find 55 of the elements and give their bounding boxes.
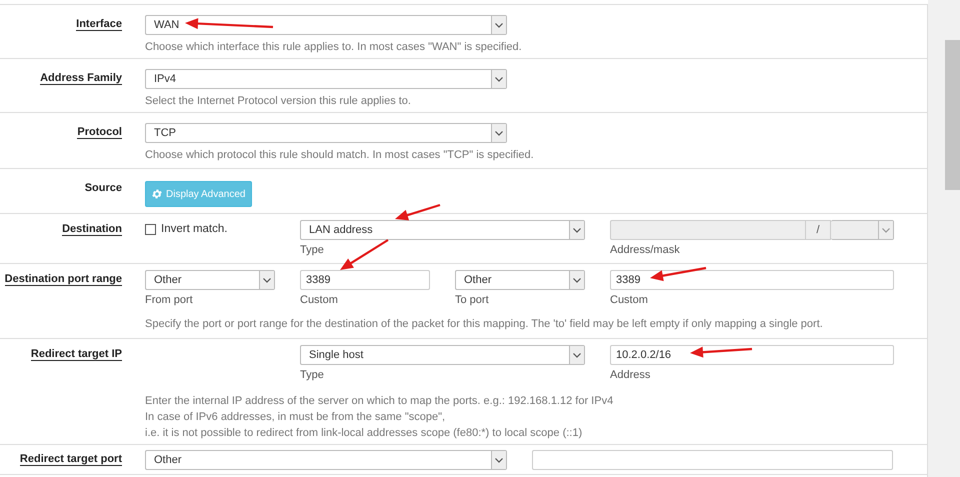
help-text: Specify the port or port range for the destination of the packet for this mapping. The 'to' field may be left empty if only mapping a single port. — [145, 317, 824, 332]
help-text: In case of IPv6 addresses, in must be from the same "scope", — [145, 410, 446, 425]
caret-icon — [573, 278, 581, 282]
field-label: Address Family — [40, 72, 122, 85]
field-label: Destination port range — [4, 273, 122, 286]
checkbox[interactable] — [145, 224, 156, 234]
mask-select[interactable] — [831, 220, 894, 240]
field-caption: Custom — [610, 294, 648, 306]
help-text: Choose which interface this rule applies to. In most cases "WAN" is specified. — [145, 41, 523, 54]
checkbox-label: Invert match. — [161, 223, 228, 235]
scrollbar-thumb[interactable] — [945, 40, 960, 190]
select-field[interactable]: Other — [145, 450, 507, 470]
caret-icon — [573, 228, 581, 232]
caret-icon — [495, 130, 503, 136]
caret-icon — [495, 458, 503, 462]
annotation-arrow — [690, 346, 752, 358]
annotation-arrow — [395, 204, 440, 220]
select-field[interactable]: Other — [145, 270, 275, 290]
annotation-arrow — [650, 266, 706, 282]
field-label: Redirect target port — [20, 453, 122, 466]
annotation-arrow — [340, 239, 389, 270]
help-text: Enter the internal IP address of the server on which to map the ports. e.g.: 192.168.1.12 for IPv4 — [145, 394, 614, 409]
field-caption: Type — [300, 244, 324, 256]
select-field[interactable]: LAN address — [300, 220, 585, 240]
field-caption: Type — [300, 369, 324, 381]
select-field[interactable]: IPv4 — [145, 69, 507, 89]
caret-icon — [495, 76, 503, 82]
field-caption: From port — [145, 294, 193, 306]
field-label: Destination — [62, 223, 122, 236]
caret-icon — [263, 278, 271, 282]
slash-text: / — [815, 223, 821, 238]
select-field[interactable]: WAN — [145, 15, 507, 35]
gear-icon — [151, 188, 163, 200]
field-caption: To port — [455, 294, 489, 306]
field-caption: Address/mask — [610, 244, 680, 256]
input-field[interactable]: 3389 — [300, 270, 430, 290]
help-text: Choose which protocol this rule should match. In most cases "TCP" is specified. — [145, 149, 535, 162]
field-label: Protocol — [77, 126, 122, 139]
caret-icon — [573, 352, 581, 358]
caret-icon — [495, 22, 503, 28]
field-label: Interface — [76, 18, 122, 31]
field-caption: Custom — [300, 294, 338, 306]
select-field[interactable]: Other — [455, 270, 585, 290]
field-label: Source — [84, 182, 122, 194]
field-label: Redirect target IP — [30, 348, 122, 361]
scrollbar[interactable] — [928, 0, 960, 477]
help-text: i.e. it is not possible to redirect from link-local addresses scope (fe80:*) to local scope (::1) — [145, 426, 584, 441]
field-caption: Address — [610, 369, 650, 381]
caret-icon — [882, 228, 890, 232]
select-field[interactable]: Single host — [300, 345, 585, 365]
input-field[interactable]: 10.2.0.2/16 — [610, 345, 894, 365]
input-field[interactable] — [532, 450, 893, 470]
input-field[interactable]: 3389 — [610, 270, 894, 290]
select-field[interactable]: TCP — [145, 123, 507, 143]
help-text: Select the Internet Protocol version this rule applies to. — [145, 95, 412, 108]
